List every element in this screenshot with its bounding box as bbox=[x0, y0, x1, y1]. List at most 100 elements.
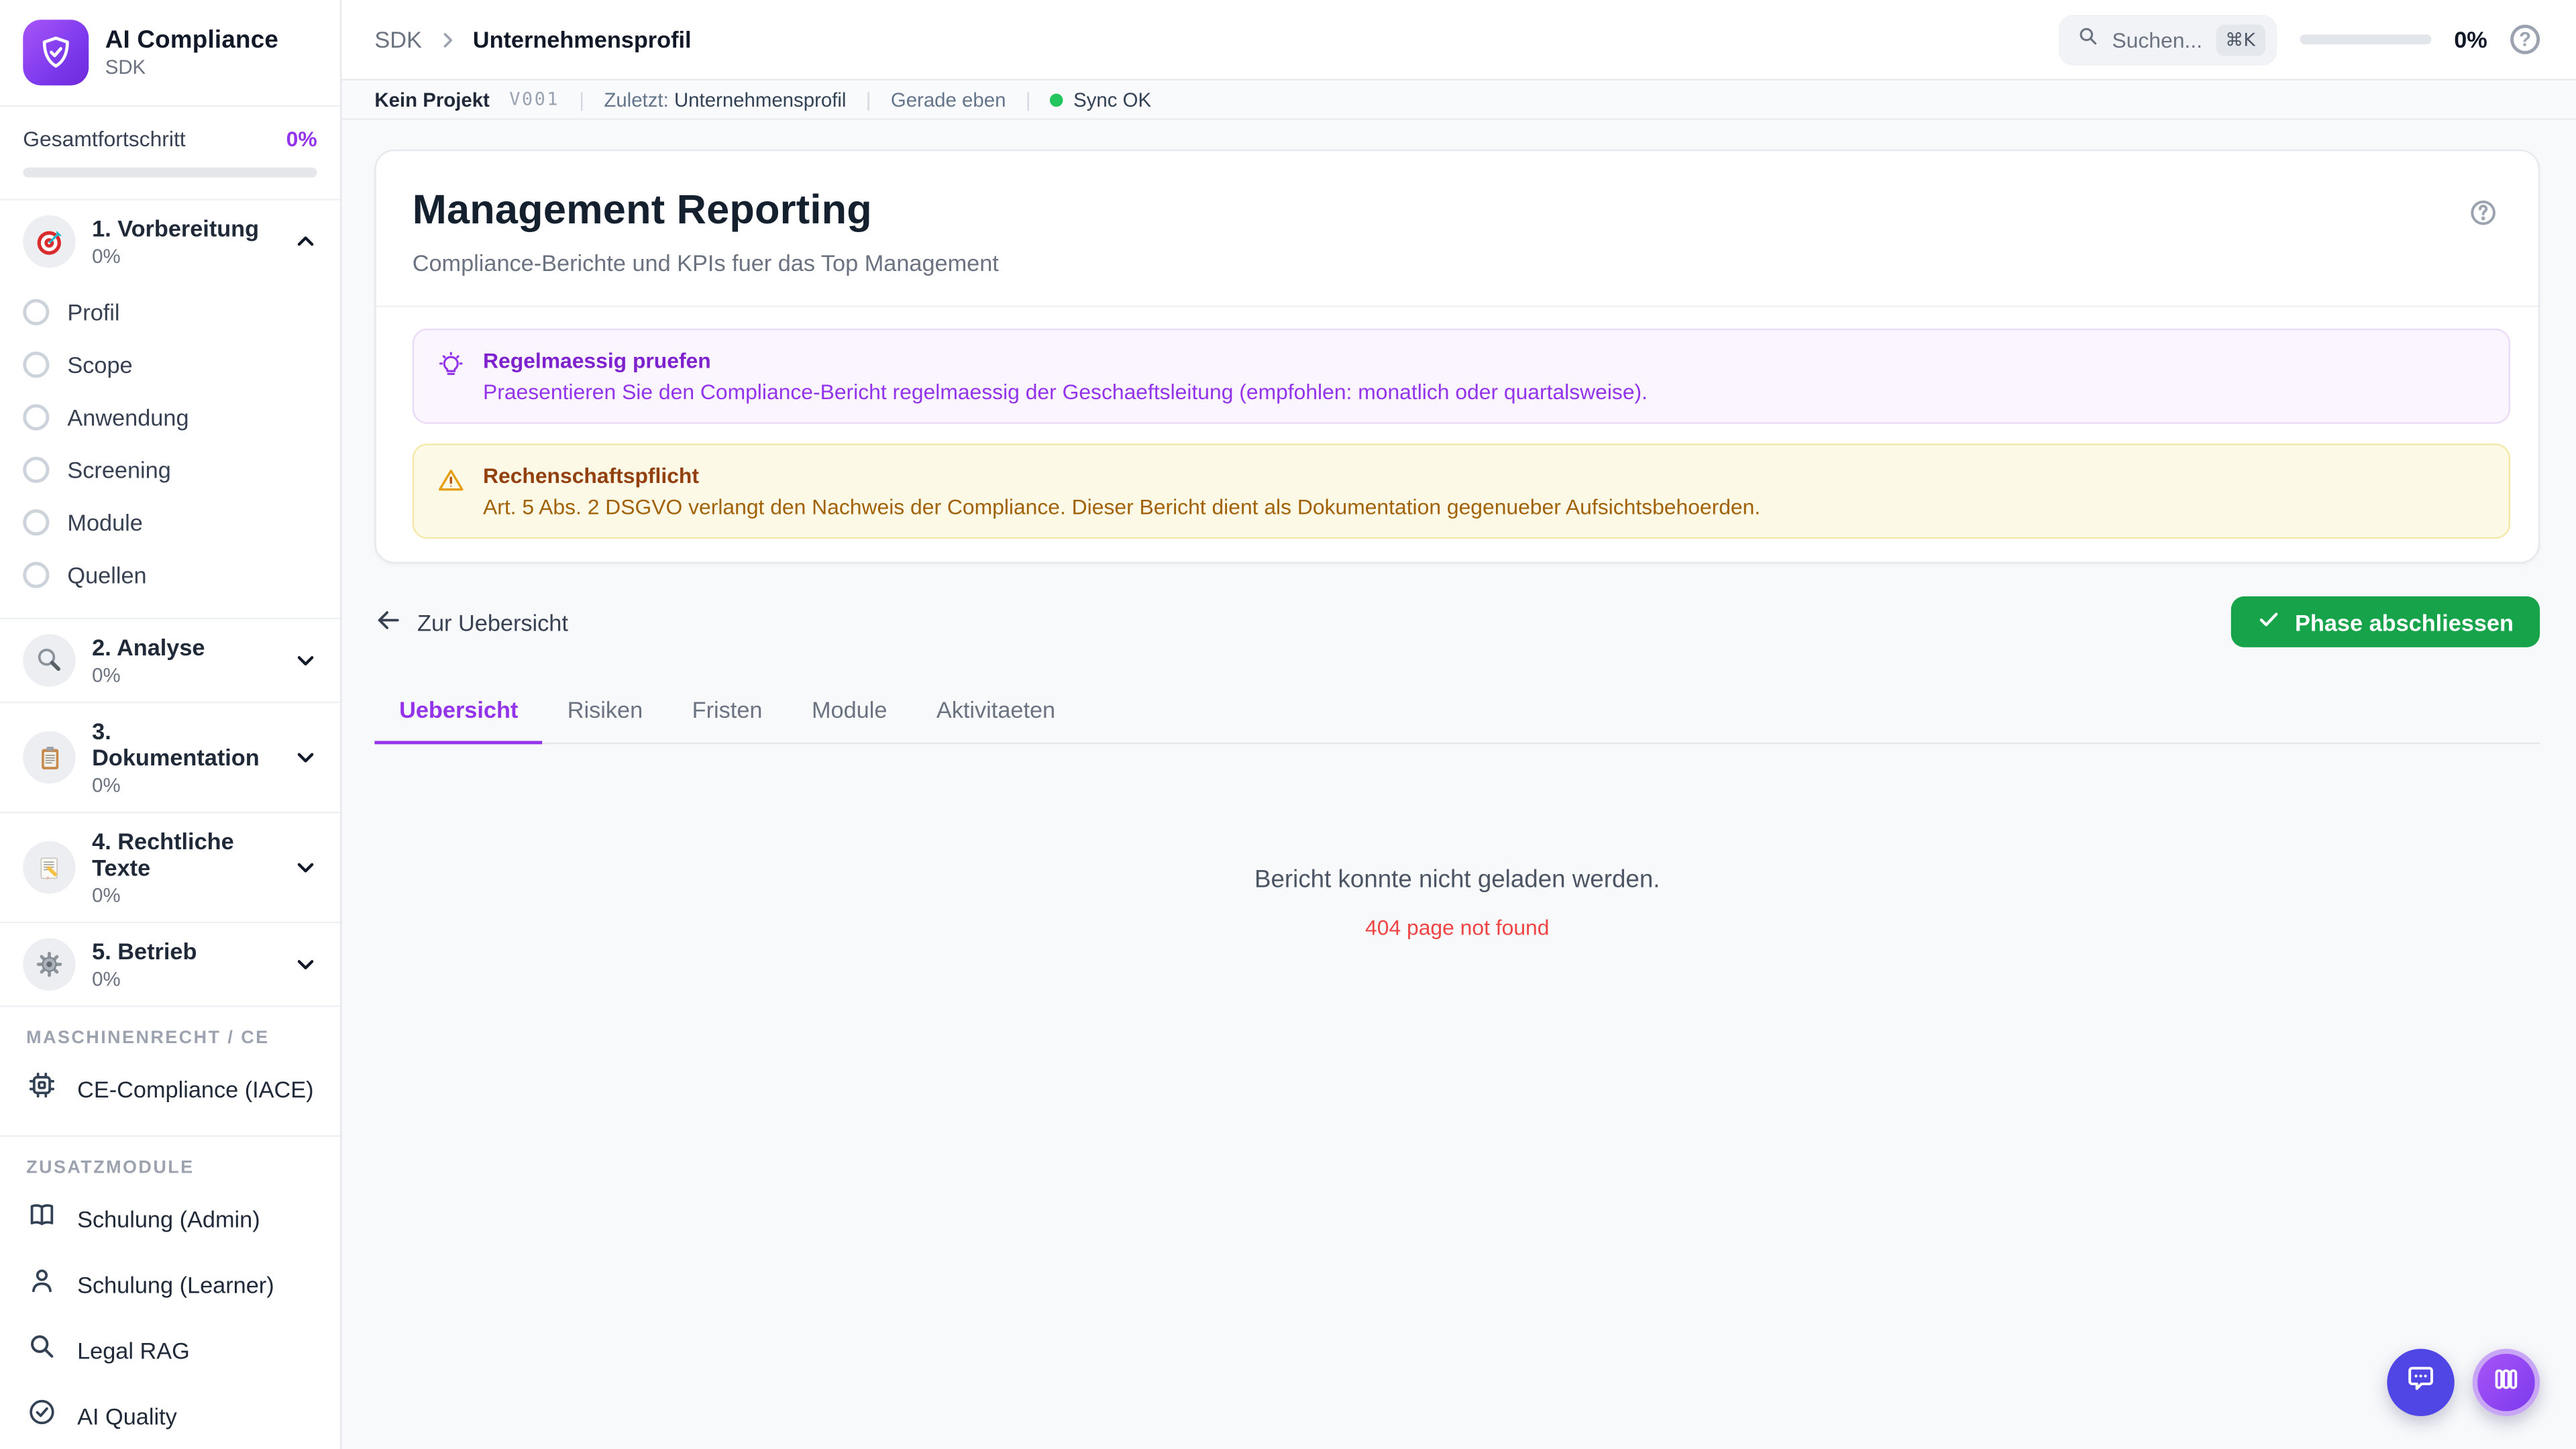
page-subtitle: Compliance-Berichte und KPIs fuer das To… bbox=[412, 250, 999, 276]
clipboard-emoji-icon bbox=[23, 731, 76, 784]
search-icon bbox=[26, 1331, 58, 1371]
tip-title: Regelmaessig pruefen bbox=[483, 348, 711, 373]
sidebar-item-ce-compliance[interactable]: CE-Compliance (IACE) bbox=[0, 1057, 340, 1122]
step-radio bbox=[23, 456, 50, 484]
status-time: Gerade eben bbox=[890, 88, 1006, 111]
sidebar-item-legal-rag[interactable]: Legal RAG bbox=[0, 1318, 340, 1383]
phase-dokumentation: 3. Dokumentation 0% bbox=[0, 703, 340, 814]
check-circle-icon bbox=[26, 1397, 58, 1436]
status-version: V001 bbox=[509, 89, 559, 111]
warning-notice: Rechenschaftspflicht Art. 5 Abs. 2 DSGVO… bbox=[412, 443, 2511, 539]
chevron-down-icon bbox=[294, 746, 317, 769]
section-label: MASCHINENRECHT / CE bbox=[26, 1028, 270, 1049]
step-radio bbox=[23, 299, 50, 325]
report-error-block: Bericht konnte nicht geladen werden. 404… bbox=[374, 866, 2540, 940]
topbar-progress-bar bbox=[2299, 34, 2431, 45]
phase-dokumentation-header[interactable]: 3. Dokumentation 0% bbox=[0, 703, 340, 812]
tab-aktivitaeten[interactable]: Aktivitaeten bbox=[912, 680, 1080, 745]
search-placeholder: Suchen... bbox=[2112, 27, 2202, 52]
overall-progress-value: 0% bbox=[286, 126, 317, 152]
section-label: ZUSATZMODULE bbox=[26, 1158, 195, 1178]
tab-bar: Uebersicht Risiken Fristen Module Aktivi… bbox=[374, 680, 2540, 745]
floating-buttons bbox=[2387, 1348, 2540, 1417]
columns-icon bbox=[2491, 1362, 2522, 1402]
status-bar: Kein Projekt V001 | Zuletzt: Unternehmen… bbox=[341, 78, 2576, 120]
breadcrumb-root[interactable]: SDK bbox=[374, 26, 422, 52]
phase-vorbereitung-steps: Profil Scope Anwendung Screening Module … bbox=[0, 282, 340, 618]
search-shortcut-badge: ⌘K bbox=[2215, 23, 2265, 56]
app-title: AI Compliance bbox=[105, 26, 279, 54]
step-module[interactable]: Module bbox=[0, 496, 340, 549]
status-last: Zuletzt: Unternehmensprofil bbox=[604, 88, 847, 111]
app-logo-block: AI Compliance SDK bbox=[0, 0, 340, 107]
sync-ok-dot bbox=[1050, 93, 1064, 106]
tab-uebersicht[interactable]: Uebersicht bbox=[374, 680, 543, 745]
chevron-up-icon bbox=[294, 230, 317, 253]
phase-vorbereitung: 1. Vorbereitung 0% Profil Scope Anwendun… bbox=[0, 201, 340, 620]
magnifier-emoji-icon bbox=[23, 634, 76, 687]
sidebar-item-schulung-admin[interactable]: Schulung (Admin) bbox=[0, 1186, 340, 1252]
error-message: Bericht konnte nicht geladen werden. bbox=[1254, 865, 1660, 894]
card-help-icon[interactable] bbox=[2467, 197, 2499, 237]
step-scope[interactable]: Scope bbox=[0, 338, 340, 390]
step-anwendung[interactable]: Anwendung bbox=[0, 391, 340, 443]
complete-phase-button[interactable]: Phase abschliessen bbox=[2231, 596, 2540, 647]
app-subtitle: SDK bbox=[105, 56, 146, 79]
page-title: Management Reporting bbox=[412, 187, 872, 233]
tab-fristen[interactable]: Fristen bbox=[667, 680, 787, 745]
sidebar: AI Compliance SDK Gesamtfortschritt 0% 1… bbox=[0, 0, 342, 1449]
phase-analyse-header[interactable]: 2. Analyse 0% bbox=[0, 619, 340, 701]
panels-fab-button[interactable] bbox=[2472, 1348, 2540, 1417]
step-radio bbox=[23, 561, 50, 588]
back-to-overview-link[interactable]: Zur Uebersicht bbox=[374, 605, 568, 638]
target-emoji-icon bbox=[23, 215, 76, 268]
chevron-down-icon bbox=[294, 856, 317, 879]
memo-pencil-emoji-icon bbox=[23, 841, 76, 894]
app-root: AI Compliance SDK Gesamtfortschritt 0% 1… bbox=[0, 0, 2576, 1449]
warning-title: Rechenschaftspflicht bbox=[483, 463, 700, 488]
step-radio bbox=[23, 509, 50, 536]
sidebar-item-ai-quality[interactable]: AI Quality bbox=[0, 1383, 340, 1449]
chat-bubble-icon bbox=[2404, 1361, 2438, 1404]
step-quellen[interactable]: Quellen bbox=[0, 549, 340, 601]
topbar-progress-value: 0% bbox=[2454, 26, 2487, 53]
sidebar-item-schulung-learner[interactable]: Schulung (Learner) bbox=[0, 1252, 340, 1318]
step-profil[interactable]: Profil bbox=[0, 286, 340, 338]
phase-percent: 0% bbox=[92, 244, 121, 268]
phase-vorbereitung-header[interactable]: 1. Vorbereitung 0% bbox=[0, 201, 340, 282]
topbar: SDK Unternehmensprofil Suchen... ⌘K 0% ? bbox=[341, 0, 2576, 79]
shield-check-icon bbox=[23, 19, 89, 86]
tab-risiken[interactable]: Risiken bbox=[543, 680, 667, 745]
overall-progress-block: Gesamtfortschritt 0% bbox=[0, 107, 340, 201]
overall-progress-label: Gesamtfortschritt bbox=[23, 126, 186, 152]
chat-fab-button[interactable] bbox=[2387, 1348, 2455, 1417]
chevron-right-icon bbox=[437, 29, 458, 50]
phase-nav: 1. Vorbereitung 0% Profil Scope Anwendun… bbox=[0, 201, 340, 1008]
user-icon bbox=[26, 1265, 58, 1305]
management-reporting-card: Management Reporting Compliance-Berichte… bbox=[374, 149, 2540, 564]
phase-analyse: 2. Analyse 0% bbox=[0, 619, 340, 704]
actions-row: Zur Uebersicht Phase abschliessen bbox=[374, 596, 2540, 647]
search-icon bbox=[2076, 24, 2099, 56]
gear-emoji-icon bbox=[23, 938, 76, 991]
question-circle-icon[interactable]: ? bbox=[2510, 24, 2540, 54]
overall-progress-bar bbox=[23, 167, 317, 178]
tip-notice: Regelmaessig pruefen Praesentieren Sie d… bbox=[412, 328, 2511, 424]
phase-betrieb: 5. Betrieb 0% bbox=[0, 923, 340, 1008]
error-detail: 404 page not found bbox=[1365, 915, 1550, 940]
phase-rechtliche-texte-header[interactable]: 4. Rechtliche Texte 0% bbox=[0, 813, 340, 922]
breadcrumb-current: Unternehmensprofil bbox=[472, 26, 692, 53]
extra-modules-section: ZUSATZMODULE Schulung (Admin) Schulung (… bbox=[0, 1137, 340, 1449]
tip-text: Praesentieren Sie den Compliance-Bericht… bbox=[483, 379, 1648, 405]
step-screening[interactable]: Screening bbox=[0, 443, 340, 496]
phase-betrieb-header[interactable]: 5. Betrieb 0% bbox=[0, 923, 340, 1005]
chevron-down-icon bbox=[294, 649, 317, 672]
arrow-left-icon bbox=[374, 605, 402, 638]
tab-module[interactable]: Module bbox=[787, 680, 912, 745]
machine-law-section: MASCHINENRECHT / CE CE-Compliance (IACE) bbox=[0, 1007, 340, 1137]
breadcrumb: SDK Unternehmensprofil bbox=[374, 26, 691, 52]
search-input[interactable]: Suchen... ⌘K bbox=[2057, 13, 2277, 65]
chevron-down-icon bbox=[294, 953, 317, 975]
status-sync: Sync OK bbox=[1050, 88, 1151, 111]
step-radio bbox=[23, 404, 50, 431]
